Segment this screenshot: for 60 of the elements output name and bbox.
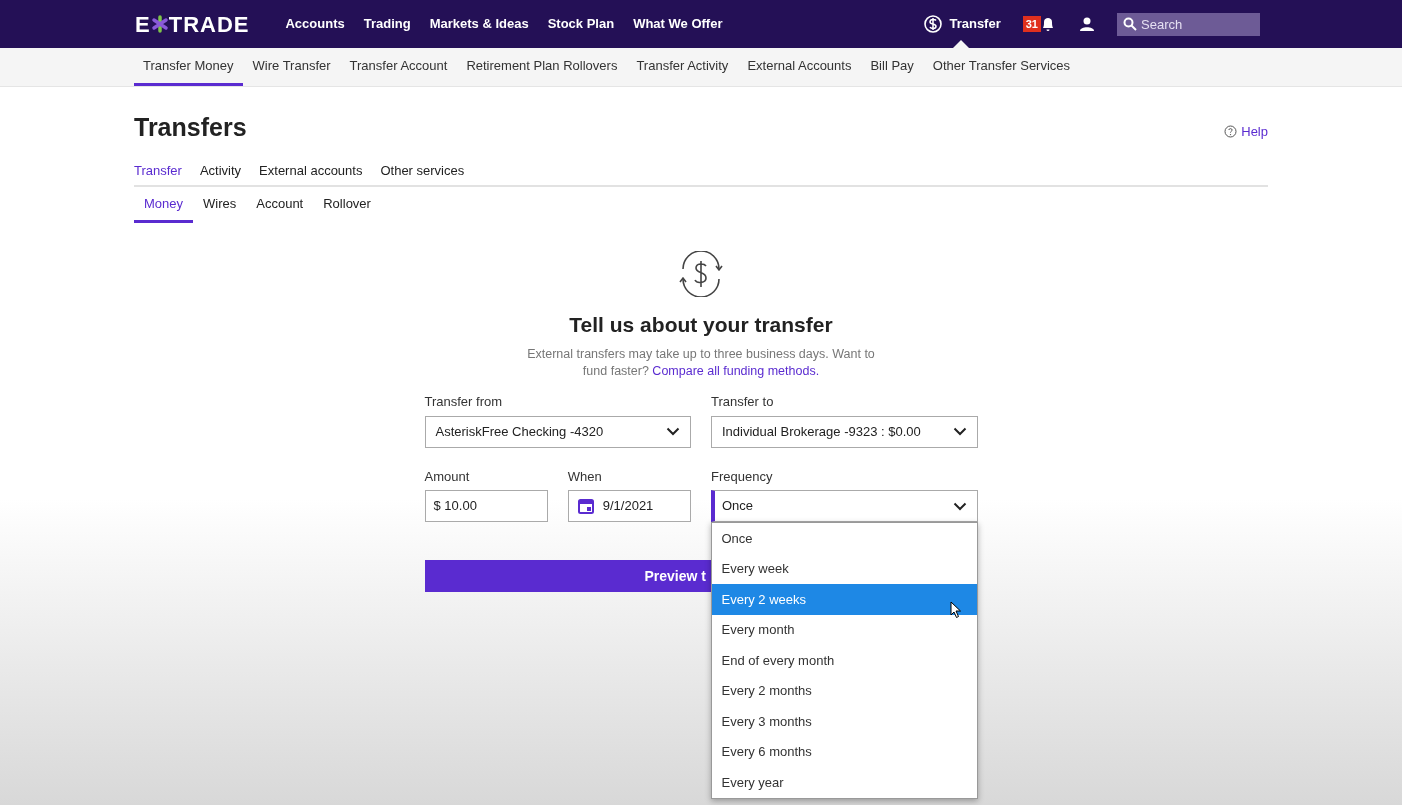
calendar-icon: [576, 497, 595, 515]
sub-nav-tab[interactable]: Transfer Account: [340, 48, 457, 86]
dollar-transfer-icon: [923, 14, 944, 34]
chevron-down-icon: [952, 501, 967, 511]
nav-link[interactable]: Stock Plan: [547, 14, 615, 34]
field-label: Transfer to: [711, 393, 775, 411]
funding-methods-link[interactable]: Compare all funding methods.: [652, 364, 820, 378]
dropdown-option[interactable]: Every month: [711, 614, 977, 645]
dollar-transfer-icon: [676, 250, 726, 297]
dropdown-option[interactable]: Every year: [711, 767, 977, 798]
nav-link[interactable]: Trading: [363, 14, 411, 34]
sub-tab[interactable]: Account: [246, 194, 314, 223]
dropdown-option[interactable]: Once: [711, 523, 977, 554]
asterisk-icon: [150, 15, 169, 33]
sub-nav-tab[interactable]: Other Transfer Services: [923, 48, 1080, 86]
sub-nav-tab[interactable]: Bill Pay: [861, 48, 923, 86]
chevron-down-icon: [666, 427, 680, 436]
tab[interactable]: Other services: [371, 160, 474, 185]
nav-link[interactable]: What We Offer: [633, 14, 723, 34]
field-label: Amount: [424, 467, 471, 486]
dropdown-option[interactable]: Every 6 months: [711, 736, 977, 767]
field-label: Frequency: [711, 467, 774, 486]
page-title: Transfers: [134, 112, 247, 143]
sub-nav-tab[interactable]: External Accounts: [738, 48, 861, 86]
dropdown-option[interactable]: Every 2 months: [711, 675, 977, 706]
dropdown-option[interactable]: End of every month: [711, 645, 977, 676]
field-label: Transfer from: [424, 393, 504, 411]
chevron-down-icon: [952, 427, 967, 436]
nav-link[interactable]: Markets & Ideas: [429, 14, 529, 34]
transfer-link[interactable]: Transfer: [923, 14, 1001, 34]
sub-nav-tab[interactable]: Transfer Activity: [627, 48, 738, 86]
frequency-select[interactable]: Once: [711, 490, 978, 522]
sub-tab[interactable]: Rollover: [313, 194, 381, 223]
notification-badge: 31: [1022, 16, 1041, 32]
select-field[interactable]: Individual Brokerage -9323 : $0.00: [711, 415, 978, 448]
amount-field[interactable]: $ 10.00: [424, 490, 548, 522]
sub-nav-tab[interactable]: Wire Transfer: [243, 48, 340, 86]
tab[interactable]: Activity: [190, 160, 251, 185]
mouse-cursor-icon: [949, 601, 962, 619]
form-note: External transfers may take up to three business days. Want to fund faster? Compare all funding methods.: [526, 346, 876, 380]
help-icon: [1224, 125, 1238, 139]
select-field[interactable]: AsteriskFree Checking -4320: [424, 415, 691, 448]
dropdown-option[interactable]: Every 3 months: [711, 706, 977, 737]
nav-link[interactable]: Accounts: [285, 14, 345, 34]
sub-nav-tab[interactable]: Transfer Money: [134, 48, 243, 86]
logo[interactable]: E TRADE: [135, 7, 250, 41]
sub-tab[interactable]: Money: [134, 194, 194, 223]
sub-nav-tab[interactable]: Retirement Plan Rollovers: [457, 48, 627, 86]
tab[interactable]: Transfer: [134, 160, 191, 185]
help-link[interactable]: Help: [1224, 122, 1268, 142]
date-field[interactable]: 9/1/2021: [567, 490, 691, 522]
bell-icon[interactable]: [1041, 16, 1055, 32]
search-icon: [1123, 16, 1137, 31]
user-icon[interactable]: [1079, 16, 1095, 32]
dropdown-option[interactable]: Every 2 weeks: [711, 584, 977, 615]
field-label: When: [567, 467, 603, 486]
search-field[interactable]: Search: [1117, 13, 1260, 36]
form-heading: Tell us about your transfer: [569, 311, 833, 338]
tab[interactable]: External accounts: [250, 160, 372, 185]
sub-tab[interactable]: Wires: [193, 194, 247, 223]
